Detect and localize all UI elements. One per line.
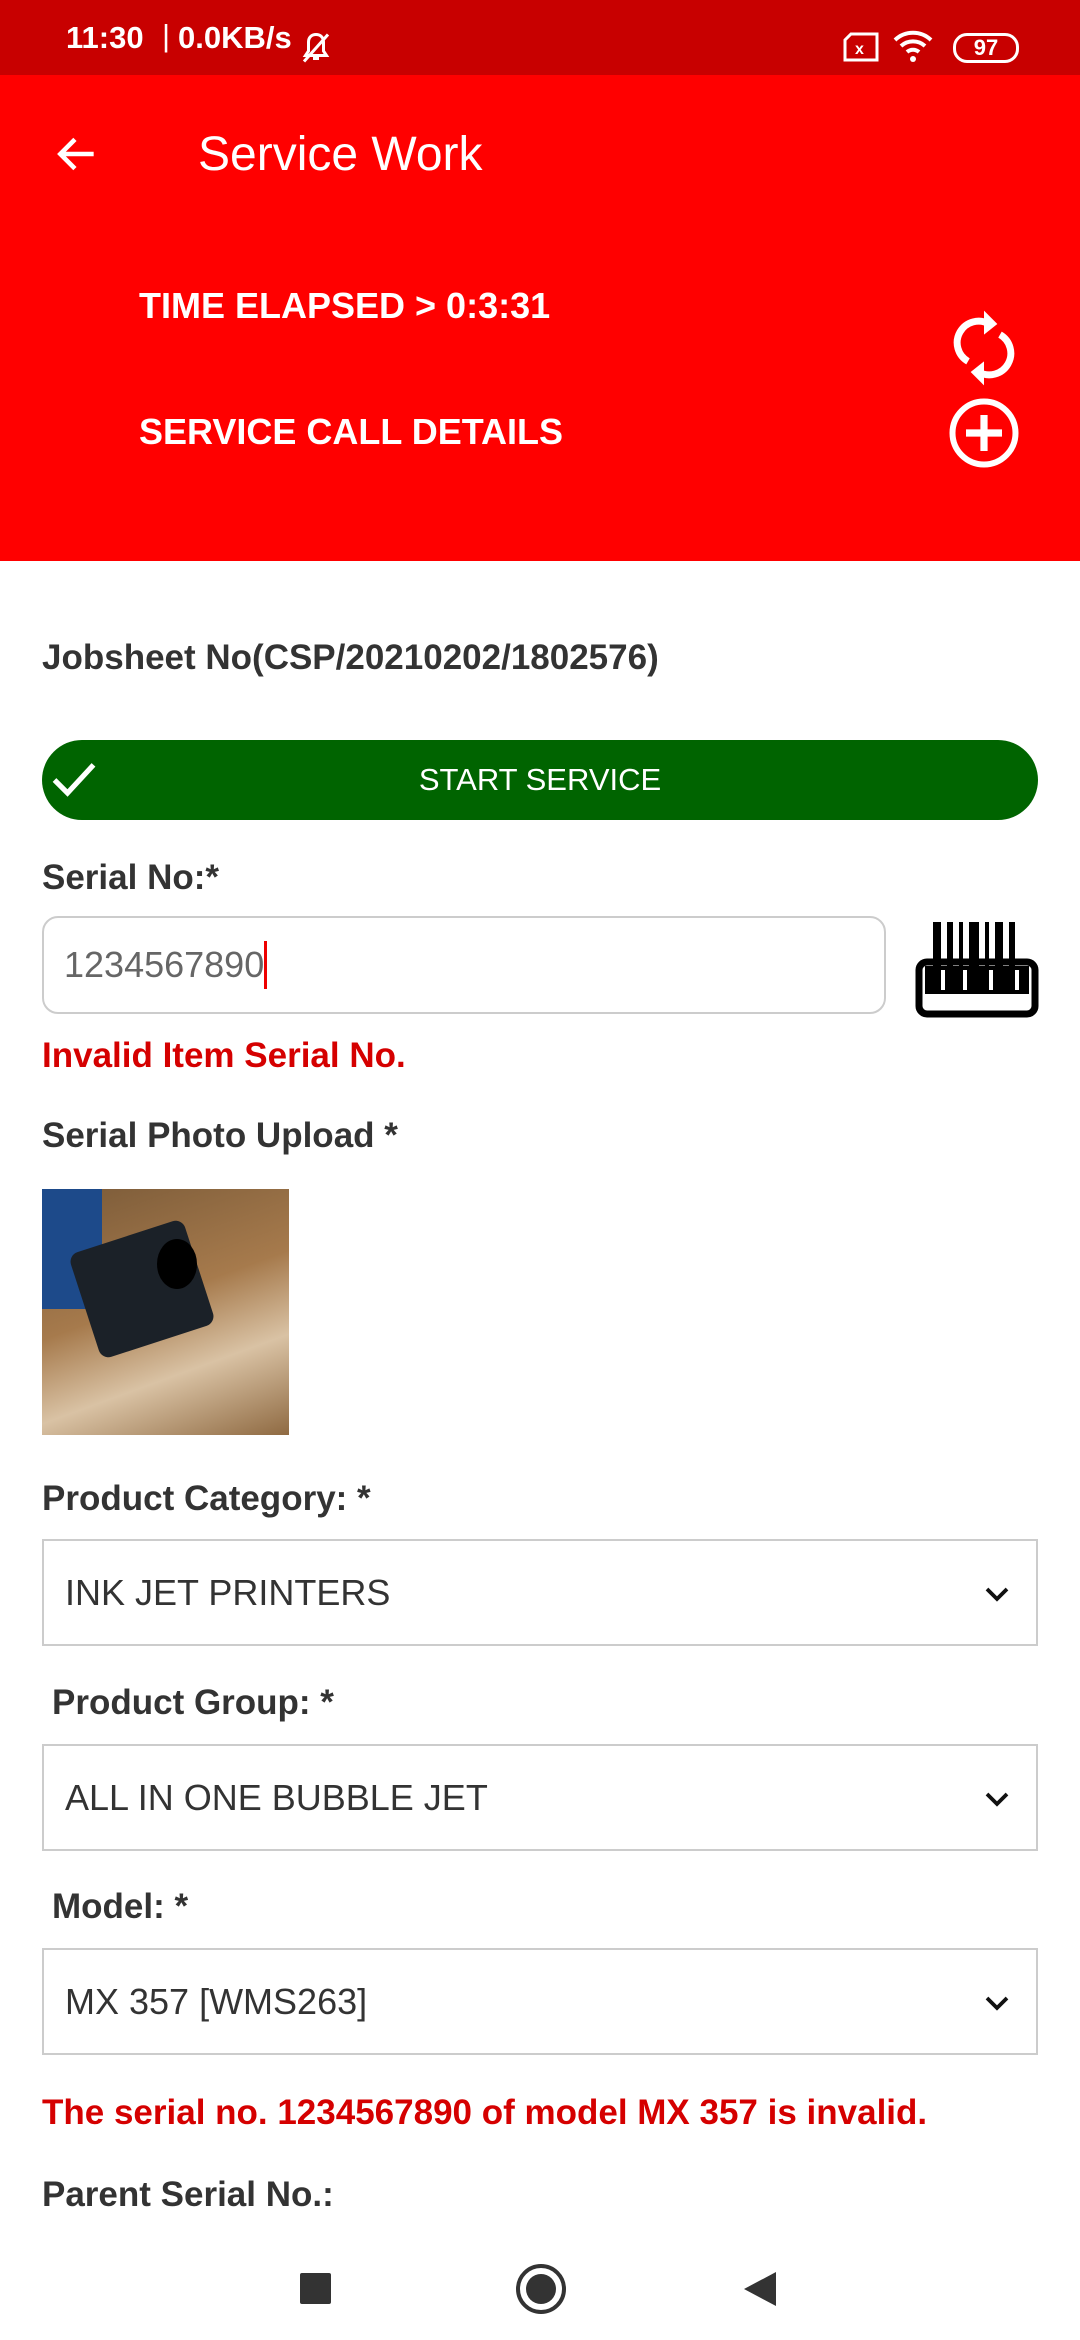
refresh-icon[interactable] — [952, 307, 1016, 389]
chevron-down-icon — [985, 1792, 1009, 1807]
model-value: MX 357 [WMS263] — [65, 1980, 368, 2022]
parent-serial-label: Parent Serial No.: — [42, 2175, 334, 2214]
add-circle-icon[interactable] — [948, 397, 1020, 469]
serial-label: Serial No:* — [42, 858, 219, 897]
chevron-down-icon — [985, 1587, 1009, 1602]
service-call-details-link[interactable]: SERVICE CALL DETAILS — [139, 411, 563, 453]
photo-upload-label: Serial Photo Upload * — [42, 1116, 398, 1155]
back-arrow-icon[interactable] — [52, 129, 102, 179]
group-select[interactable]: ALL IN ONE BUBBLE JET — [42, 1744, 1038, 1851]
category-label: Product Category: * — [42, 1479, 371, 1518]
serial-error: Invalid Item Serial No. — [42, 1036, 406, 1075]
status-speed: 0.0KB/s — [178, 20, 292, 55]
svg-text:x: x — [855, 41, 864, 58]
page-title: Service Work — [198, 128, 483, 181]
category-value: INK JET PRINTERS — [65, 1571, 391, 1613]
chevron-down-icon — [985, 1996, 1009, 2011]
start-service-button[interactable]: START SERVICE — [42, 740, 1038, 820]
model-error: The serial no. 1234567890 of model MX 35… — [42, 2093, 928, 2132]
status-divider: | — [162, 18, 171, 53]
text-cursor — [264, 941, 268, 989]
mouse-in-photo — [157, 1239, 197, 1289]
wifi-icon — [893, 30, 933, 62]
home-circle-icon[interactable] — [516, 2264, 566, 2314]
app-header: Service Work TIME ELAPSED > 0:3:31 SERVI… — [0, 75, 1080, 561]
serial-value: 1234567890 — [64, 944, 265, 985]
navigation-bar — [0, 2240, 1080, 2340]
serial-input[interactable]: 1234567890 — [42, 916, 886, 1014]
no-sim-icon: x — [843, 32, 879, 62]
recents-square-icon[interactable] — [300, 2273, 331, 2304]
group-label: Product Group: * — [52, 1683, 334, 1722]
battery-indicator: 97 — [953, 33, 1019, 63]
mute-bell-icon — [302, 32, 330, 63]
model-select[interactable]: MX 357 [WMS263] — [42, 1948, 1038, 2055]
serial-photo-thumbnail[interactable] — [42, 1189, 289, 1435]
back-triangle-icon[interactable] — [742, 2270, 778, 2308]
status-time: 11:30 — [66, 20, 144, 55]
category-select[interactable]: INK JET PRINTERS — [42, 1539, 1038, 1646]
group-value: ALL IN ONE BUBBLE JET — [65, 1776, 488, 1818]
model-label: Model: * — [52, 1887, 189, 1926]
barcode-scan-icon[interactable] — [914, 918, 1040, 1018]
jobsheet-number: Jobsheet No(CSP/20210202/1802576) — [42, 638, 659, 677]
start-service-label: START SERVICE — [418, 762, 662, 797]
status-bar: 11:30 | 0.0KB/s x 97 — [0, 0, 1080, 75]
time-elapsed: TIME ELAPSED > 0:3:31 — [139, 285, 551, 326]
